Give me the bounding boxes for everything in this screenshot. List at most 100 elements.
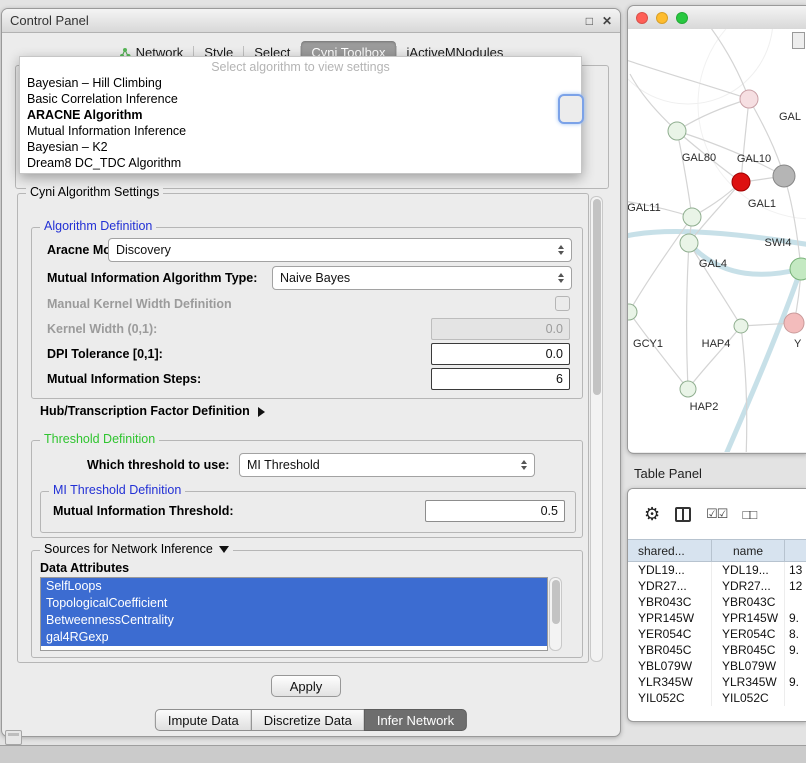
scrollbar-thumb[interactable] [593, 199, 601, 395]
dpi-tolerance-label: DPI Tolerance [0,1]: [47, 343, 163, 365]
network-view-window: GAL GAL80 GAL10 GAL11 GAL1 SWI4 GAL4 GCY… [627, 5, 806, 454]
node-pink-top[interactable] [740, 90, 758, 108]
apply-button[interactable]: Apply [271, 675, 341, 697]
columns-icon[interactable] [675, 507, 691, 522]
minimize-traffic-icon[interactable] [656, 12, 668, 24]
network-window-titlebar[interactable] [628, 6, 806, 30]
float-window-icon[interactable]: □ [586, 15, 593, 27]
algorithm-option[interactable]: Dream8 DC_TDC Algorithm [20, 155, 581, 171]
manual-kernel-checkbox[interactable] [555, 296, 570, 311]
threshold-definition-title: Threshold Definition [40, 432, 159, 446]
hub-definition-toggle[interactable]: Hub/Transcription Factor Definition [40, 404, 265, 418]
attribute-item-selected[interactable]: SelfLoops [41, 578, 547, 595]
node-hap4[interactable] [734, 319, 748, 333]
mi-type-select[interactable]: Naive Bayes [272, 266, 572, 290]
table-toolbar: ⚙ ☑☑ □□ [628, 489, 806, 539]
algorithm-option[interactable]: Basic Correlation Inference [20, 91, 581, 107]
deselect-all-checkboxes-icon[interactable]: □□ [742, 507, 756, 522]
node-gal80[interactable] [668, 122, 686, 140]
node-label-hap4: HAP4 [702, 338, 731, 350]
zoom-traffic-icon[interactable] [676, 12, 688, 24]
close-icon[interactable]: ✕ [602, 15, 612, 27]
spinner-icon [521, 460, 527, 470]
node-hap2[interactable] [680, 381, 696, 397]
settings-group-title: Cyni Algorithm Settings [26, 185, 163, 199]
network-canvas[interactable]: GAL GAL80 GAL10 GAL11 GAL1 SWI4 GAL4 GCY… [628, 29, 806, 452]
node-label-gal1: GAL1 [748, 198, 776, 210]
panel-corner-icon[interactable] [5, 730, 22, 745]
tab-infer-network[interactable]: Infer Network [364, 709, 467, 731]
attribute-item-selected[interactable]: gal4RGexp [41, 629, 547, 646]
dpi-tolerance-field[interactable]: 0.0 [431, 343, 570, 365]
network-labels: GAL GAL80 GAL10 GAL11 GAL1 SWI4 GAL4 GCY… [628, 111, 802, 413]
attribute-item-selected[interactable]: BetweennessCentrality [41, 612, 547, 629]
node-green-right[interactable] [790, 258, 806, 280]
table-row[interactable]: YER054CYER054C8. [628, 626, 806, 642]
kernel-width-field[interactable]: 0.0 [431, 318, 570, 340]
table-row[interactable]: YIL052CYIL052C [628, 690, 806, 706]
mi-steps-label: Mutual Information Steps: [47, 368, 201, 390]
node-label-swi4: SWI4 [765, 237, 792, 249]
node-gal11[interactable] [683, 208, 701, 226]
table-panel-title: Table Panel [634, 466, 702, 481]
column-header-cut[interactable] [785, 540, 806, 561]
table-row[interactable]: YBR043CYBR043C [628, 594, 806, 610]
node-label-hap2: HAP2 [690, 401, 719, 413]
algorithm-dropdown-popup: Select algorithm to view settings Bayesi… [19, 56, 582, 174]
expanded-arrow-icon [219, 546, 229, 553]
which-threshold-label: Which threshold to use: [87, 454, 229, 476]
network-scroll-corner[interactable] [792, 32, 805, 49]
attribute-list-scrollbar[interactable] [549, 577, 562, 651]
algorithm-option[interactable]: Bayesian – K2 [20, 139, 581, 155]
tab-impute-data[interactable]: Impute Data [155, 709, 252, 731]
mi-type-value: Naive Bayes [280, 271, 350, 285]
node-salmon[interactable] [784, 313, 804, 333]
network-graph: GAL GAL80 GAL10 GAL11 GAL1 SWI4 GAL4 GCY… [628, 29, 806, 452]
kernel-width-label: Kernel Width (0,1): [47, 318, 157, 340]
select-all-checkboxes-icon[interactable]: ☑☑ [706, 506, 727, 522]
tab-discretize-data[interactable]: Discretize Data [251, 709, 365, 731]
table-row[interactable]: YBL079WYBL079W [628, 658, 806, 674]
scrollbar-thumb[interactable] [552, 580, 560, 624]
manual-kernel-label: Manual Kernel Width Definition [47, 293, 232, 315]
aracne-mode-value: Discovery [116, 243, 171, 257]
mi-steps-field[interactable]: 6 [431, 368, 570, 390]
attribute-item-selected[interactable]: TopologicalCoefficient [41, 595, 547, 612]
node-gcy1[interactable] [628, 304, 637, 320]
algorithm-option[interactable]: Mutual Information Inference [20, 123, 581, 139]
algorithm-combobox-focus[interactable] [558, 94, 584, 124]
node-label-gal80: GAL80 [682, 152, 716, 164]
mi-threshold-group-title: MI Threshold Definition [49, 483, 185, 497]
node-label-gal4: GAL4 [699, 258, 727, 270]
table-row[interactable]: YDL19...YDL19...13 [628, 562, 806, 578]
sources-group: Sources for Network Inference Data Attri… [31, 550, 583, 658]
bottom-strip [0, 745, 806, 763]
table-row[interactable]: YPR145WYPR145W9. [628, 610, 806, 626]
gear-icon[interactable]: ⚙ [644, 505, 660, 523]
node-gal4[interactable] [680, 234, 698, 252]
table-row[interactable]: YDR27...YDR27...12 [628, 578, 806, 594]
which-threshold-select[interactable]: MI Threshold [239, 453, 535, 477]
node-red[interactable] [732, 173, 750, 191]
collapsed-arrow-icon [258, 407, 265, 417]
table-row[interactable]: YLR345WYLR345W9. [628, 674, 806, 690]
mi-threshold-field[interactable]: 0.5 [425, 500, 565, 522]
cyni-algorithm-settings-group: Cyni Algorithm Settings Algorithm Defini… [17, 193, 589, 663]
sources-group-title[interactable]: Sources for Network Inference [40, 542, 233, 556]
algorithm-option-selected[interactable]: ARACNE Algorithm [20, 107, 581, 123]
node-label-gal-cut: GAL [779, 111, 801, 123]
traffic-lights [636, 12, 688, 24]
table-row[interactable]: YBR045CYBR045C9. [628, 642, 806, 658]
node-gal10[interactable] [773, 165, 795, 187]
column-header-name[interactable]: name [712, 540, 785, 561]
settings-scrollbar[interactable] [590, 196, 603, 662]
column-header-shared[interactable]: shared... [628, 540, 712, 561]
algorithm-definition-title: Algorithm Definition [40, 219, 156, 233]
close-traffic-icon[interactable] [636, 12, 648, 24]
algorithm-option[interactable]: Bayesian – Hill Climbing [20, 75, 581, 91]
control-panel-titlebar[interactable]: Control Panel □ ✕ [2, 9, 620, 33]
control-panel-window: Control Panel □ ✕ Network Style Select C… [1, 8, 621, 737]
mi-threshold-group: MI Threshold Definition Mutual Informati… [40, 491, 576, 533]
spinner-icon [558, 245, 564, 255]
aracne-mode-select[interactable]: Discovery [108, 238, 572, 262]
